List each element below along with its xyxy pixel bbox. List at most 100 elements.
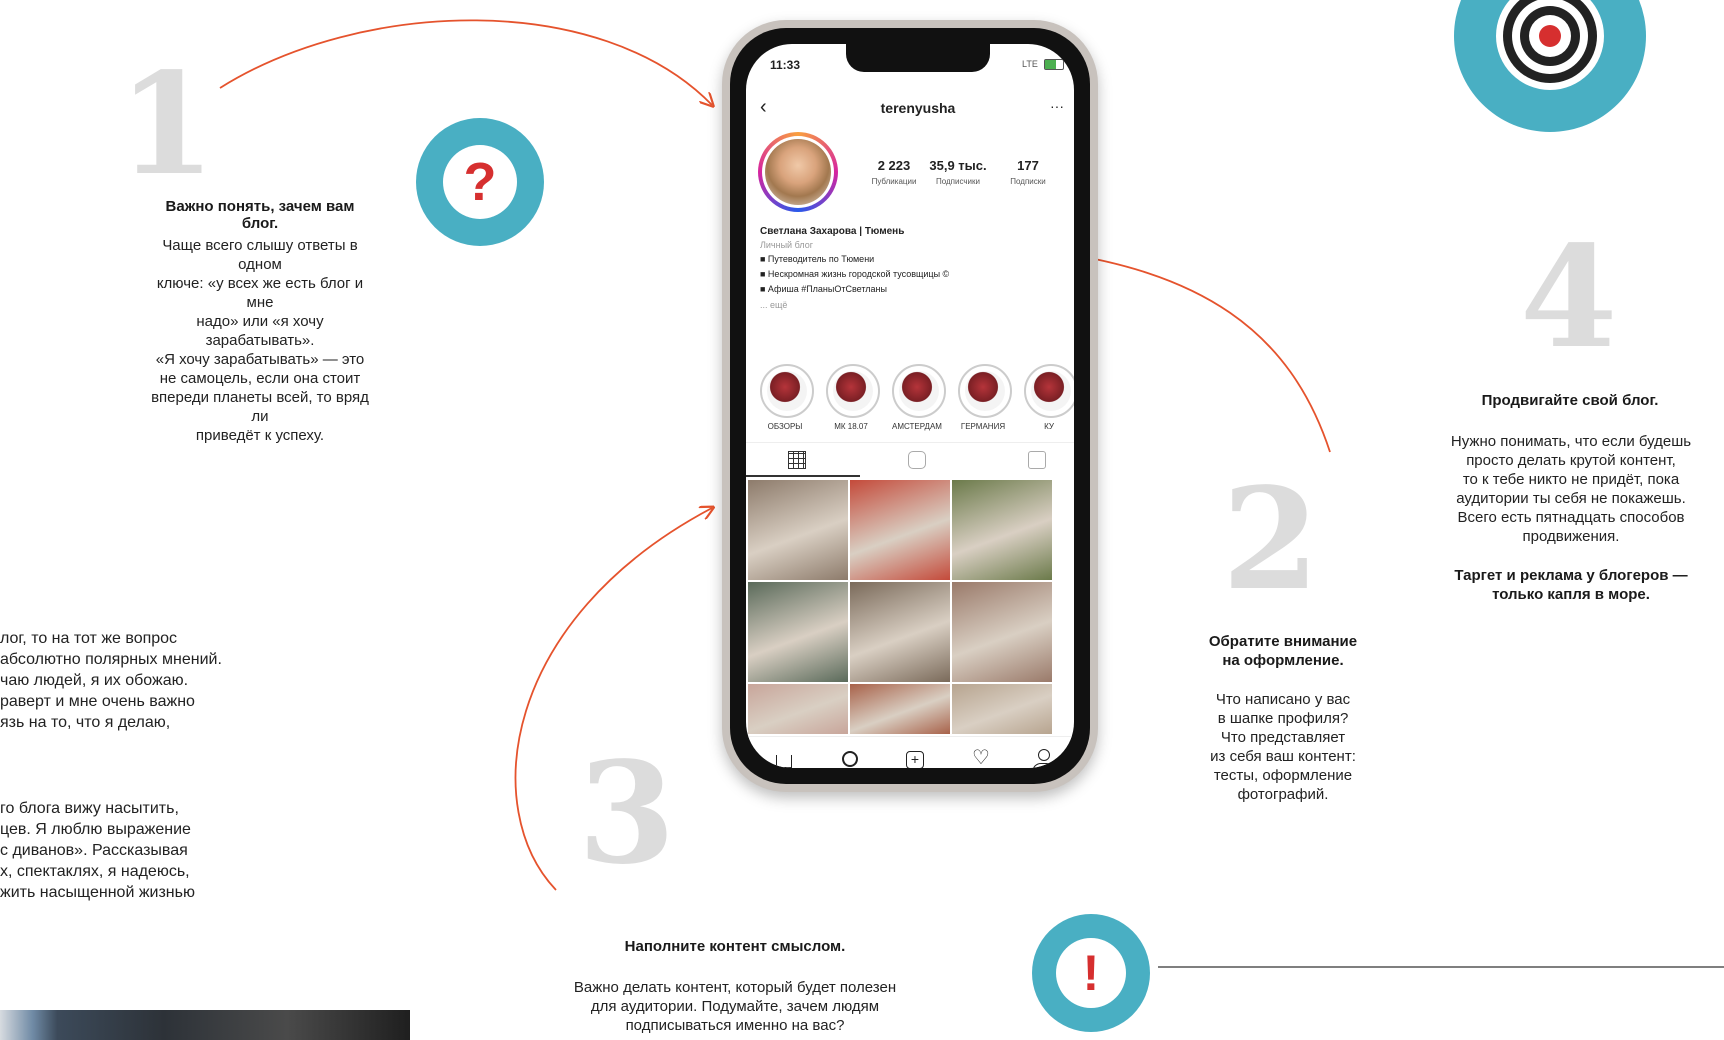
stat-label: Подписки — [1010, 177, 1046, 186]
title-line: Обратите внимание — [1208, 633, 1358, 650]
avatar[interactable] — [758, 132, 838, 212]
stat-value[interactable]: 2 223 — [862, 158, 926, 173]
text-line: «Я хочу зарабатывать» — это — [155, 351, 365, 368]
body-line: х, спектаклях, я надеюсь, — [0, 863, 190, 880]
body-line: го блога вижу насытить, — [0, 800, 179, 817]
text-line: аудитории ты себя не покажешь. — [1456, 490, 1686, 507]
profile-username: terenyusha — [880, 100, 956, 116]
body-line: жить насыщенной жизнью — [0, 884, 195, 901]
story-highlight[interactable] — [760, 364, 814, 418]
stat-value[interactable]: 35,9 тыс. — [926, 158, 990, 173]
left-body-paragraph-1: лог, то на тот же вопрос абсолютно полярн… — [0, 628, 222, 733]
tagged-tab-icon[interactable] — [1028, 451, 1046, 469]
exclamation-icon: ! — [1082, 945, 1100, 1001]
text-line: подписываться именно на вас? — [625, 1017, 845, 1034]
text-line: Что написано у вас — [1215, 691, 1351, 708]
text-line: в шапке профиля? — [1217, 710, 1349, 727]
title-line: на оформление. — [1222, 652, 1344, 669]
section-4-bold-note: Таргет и реклама у блогеров — только капл… — [1418, 566, 1724, 604]
text-line: Всего есть пятнадцать способов — [1457, 509, 1685, 526]
section-1-title: Важно понять, зачем вам блог. — [165, 198, 355, 232]
phone-notch — [846, 44, 990, 72]
text-line: просто делать крутой контент, — [1466, 452, 1676, 469]
grid-photo[interactable] — [748, 480, 848, 580]
grid-photo[interactable] — [850, 480, 950, 580]
home-icon[interactable] — [776, 755, 792, 768]
profile-name: Светлана Захарова | Тюмень — [760, 226, 905, 237]
text-line: ключе: «у всех же есть блог и мне — [156, 275, 364, 311]
grid-photo[interactable] — [850, 684, 950, 734]
battery-icon — [1044, 59, 1064, 70]
body-line: язь на то, что я делаю, — [0, 714, 171, 731]
text-line: Нужно понимать, что если будешь — [1450, 433, 1692, 450]
text-line: из себя ваш контент: — [1210, 748, 1356, 765]
body-line: цев. Я люблю выражение — [0, 821, 191, 838]
left-body-paragraph-2: го блога вижу насытить, цев. Я люблю выра… — [0, 798, 195, 903]
section-3-text: Важно делать контент, который будет поле… — [520, 978, 950, 1035]
section-4-text: Нужно понимать, что если будешь просто де… — [1418, 432, 1724, 546]
text-line: фотографий. — [1237, 786, 1329, 803]
profile-tabs — [746, 442, 1074, 477]
bio-more-link[interactable]: ... ещё — [760, 300, 787, 310]
text-line: для аудитории. Подумайте, зачем людям — [590, 998, 880, 1015]
phone-screen: 11:33 LTE ‹ terenyusha ··· 2 223 Публикац… — [746, 44, 1074, 768]
story-highlight[interactable] — [892, 364, 946, 418]
status-signal: LTE — [1022, 59, 1038, 69]
question-circle: ? — [416, 118, 544, 246]
section-number-2: 2 — [1222, 458, 1320, 622]
stat-label: Подписчики — [935, 177, 980, 186]
heart-icon[interactable]: ♡ — [972, 745, 990, 768]
more-options-icon[interactable]: ··· — [1050, 98, 1064, 114]
story-highlight[interactable] — [958, 364, 1012, 418]
grid-photo[interactable] — [952, 582, 1052, 682]
section-number-3: 3 — [578, 732, 676, 896]
stat-value[interactable]: 177 — [996, 158, 1060, 173]
bio-line: ■ Нескромная жизнь городской тусовщицы © — [760, 269, 950, 279]
section-1-text: Чаще всего слышу ответы в одном ключе: «у… — [150, 236, 370, 445]
grid-photo[interactable] — [748, 684, 848, 734]
stat-label: Публикации — [871, 177, 917, 186]
grid-tab-icon[interactable] — [788, 451, 806, 469]
grid-photo[interactable] — [952, 684, 1052, 734]
body-line: с диванов». Рассказывая — [0, 842, 188, 859]
grid-photo[interactable] — [850, 582, 950, 682]
bottom-nav: + ♡ — [746, 736, 1074, 768]
bold-line: только капля в море. — [1492, 586, 1650, 603]
story-highlight[interactable] — [1024, 364, 1074, 418]
text-line: не самоцель, если она стоит — [159, 370, 361, 387]
profile-icon[interactable] — [1038, 749, 1050, 761]
text-line: тесты, оформление — [1213, 767, 1353, 784]
story-highlight-label: АМСТЕРДАМ — [892, 422, 942, 431]
section-2-title: Обратите внимание на оформление. — [1178, 632, 1388, 670]
add-post-icon[interactable]: + — [906, 751, 924, 768]
search-icon[interactable] — [842, 751, 858, 767]
story-highlight-label: ОБЗОРЫ — [767, 422, 803, 431]
section-3-title: Наполните контент смыслом. — [624, 938, 846, 955]
tv-tab-icon[interactable] — [908, 451, 926, 469]
story-highlight[interactable] — [826, 364, 880, 418]
section-number-4: 4 — [1520, 216, 1618, 380]
profile-category: Личный блог — [760, 240, 813, 250]
grid-photo[interactable] — [748, 582, 848, 682]
text-line: то к тебе никто не придёт, пока — [1462, 471, 1680, 488]
text-line: продвижения. — [1522, 528, 1620, 545]
bio-line: ■ Путеводитель по Тюмени — [760, 254, 875, 264]
photo-fragment — [0, 1010, 410, 1040]
alert-circle: ! — [1032, 914, 1150, 1032]
section-number-1: 1 — [118, 43, 216, 207]
question-icon: ? — [463, 152, 497, 212]
text-line: надо» или «я хочу зарабатывать». — [196, 313, 324, 349]
grid-photo[interactable] — [952, 480, 1052, 580]
status-time: 11:33 — [770, 58, 801, 72]
story-highlight-label: МК 18.07 — [834, 422, 868, 431]
story-highlight-label: КУ — [1044, 422, 1054, 431]
text-line: Важно делать контент, который будет поле… — [573, 979, 897, 996]
body-line: абсолютно полярных мнений. — [0, 651, 222, 668]
text-line: приведёт к успеху. — [195, 427, 325, 444]
story-highlight-label: ГЕРМАНИЯ — [960, 422, 1006, 431]
text-line: впереди планеты всей, то вряд ли — [151, 389, 369, 425]
phone-mockup: 11:33 LTE ‹ terenyusha ··· 2 223 Публикац… — [722, 20, 1098, 792]
text-line: Что представляет — [1220, 729, 1346, 746]
body-line: чаю людей, я их обожаю. — [0, 672, 189, 689]
section-2-text: Что написано у вас в шапке профиля? Что пр… — [1183, 690, 1383, 804]
